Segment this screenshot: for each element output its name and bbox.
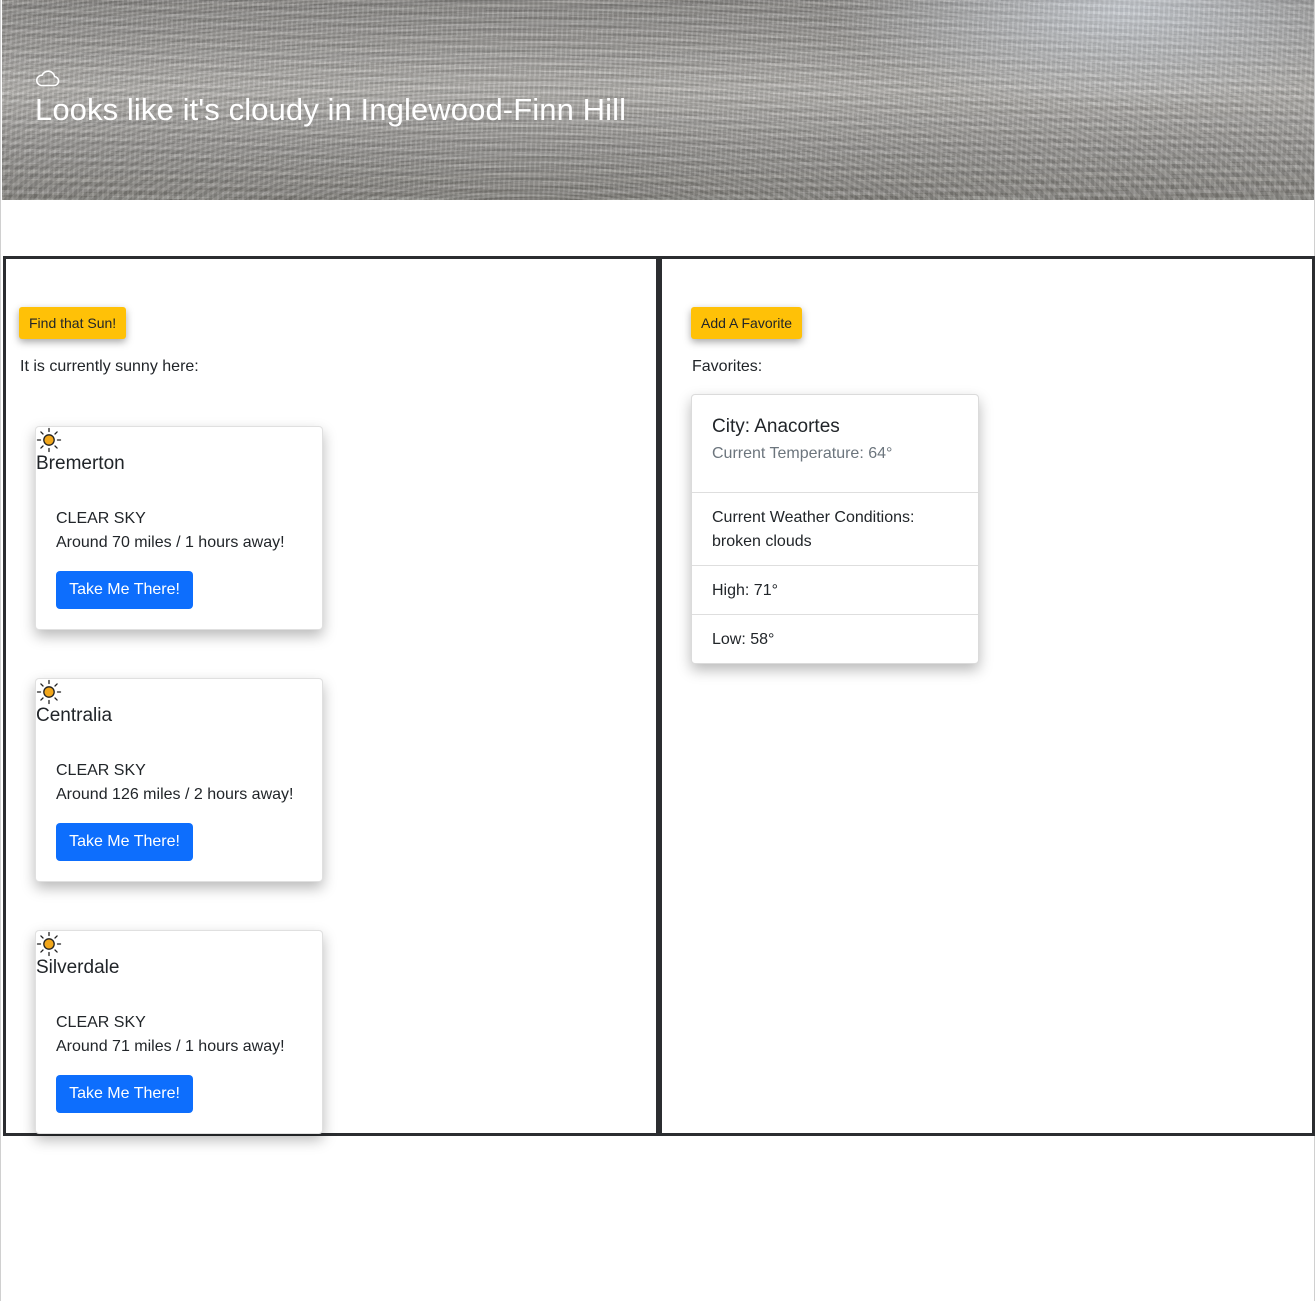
take-me-there-button[interactable]: Take Me There! [56, 823, 193, 861]
conditions-value: broken clouds [712, 533, 812, 550]
favorites-panel: Add A Favorite Favorites: City: Anacorte… [659, 256, 1315, 1136]
weather-condition: CLEAR SKY [56, 762, 146, 779]
distance-text: Around 71 miles / 1 hours away! [56, 1038, 285, 1055]
sunny-status-text: It is currently sunny here: [20, 358, 199, 375]
take-me-there-button[interactable]: Take Me There! [56, 1075, 193, 1113]
hero-banner: Looks like it's cloudy in Inglewood-Finn… [2, 0, 1314, 200]
distance-text: Around 70 miles / 1 hours away! [56, 534, 285, 551]
take-me-there-button[interactable]: Take Me There! [56, 571, 193, 609]
sun-icon [36, 931, 62, 957]
cloud-icon [36, 70, 60, 87]
sunny-city-card: Centralia CLEAR SKY Around 126 miles / 2… [35, 678, 323, 882]
weather-condition: CLEAR SKY [56, 1014, 146, 1031]
favorite-city-card[interactable]: City: Anacortes Current Temperature: 64°… [691, 394, 979, 664]
sunny-city-card: Bremerton CLEAR SKY Around 70 miles / 1 … [35, 426, 323, 630]
city-name: Bremerton [36, 453, 125, 474]
page-title: Looks like it's cloudy in Inglewood-Finn… [35, 92, 627, 127]
weather-condition: CLEAR SKY [56, 510, 146, 527]
favorite-current-temperature: Current Temperature: 64° [712, 445, 893, 462]
conditions-label: Current Weather Conditions: [712, 509, 915, 526]
favorite-conditions-row: Current Weather Conditions: broken cloud… [692, 493, 978, 566]
favorites-heading: Favorites: [692, 358, 763, 375]
favorite-high-temp: High: 71° [692, 566, 978, 615]
add-favorite-button[interactable]: Add A Favorite [691, 307, 803, 339]
sunny-panel: Find that Sun! It is currently sunny her… [3, 256, 659, 1136]
favorite-city-name: City: Anacortes [712, 416, 840, 437]
sun-icon [36, 679, 62, 705]
find-sun-button[interactable]: Find that Sun! [19, 307, 127, 339]
city-name: Centralia [36, 705, 113, 726]
sunny-city-card: Silverdale CLEAR SKY Around 71 miles / 1… [35, 930, 323, 1134]
sun-icon [36, 427, 62, 453]
favorite-card-header: City: Anacortes Current Temperature: 64° [692, 395, 978, 493]
distance-text: Around 126 miles / 2 hours away! [56, 786, 294, 803]
city-name: Silverdale [36, 957, 120, 978]
favorite-low-temp: Low: 58° [712, 631, 775, 648]
